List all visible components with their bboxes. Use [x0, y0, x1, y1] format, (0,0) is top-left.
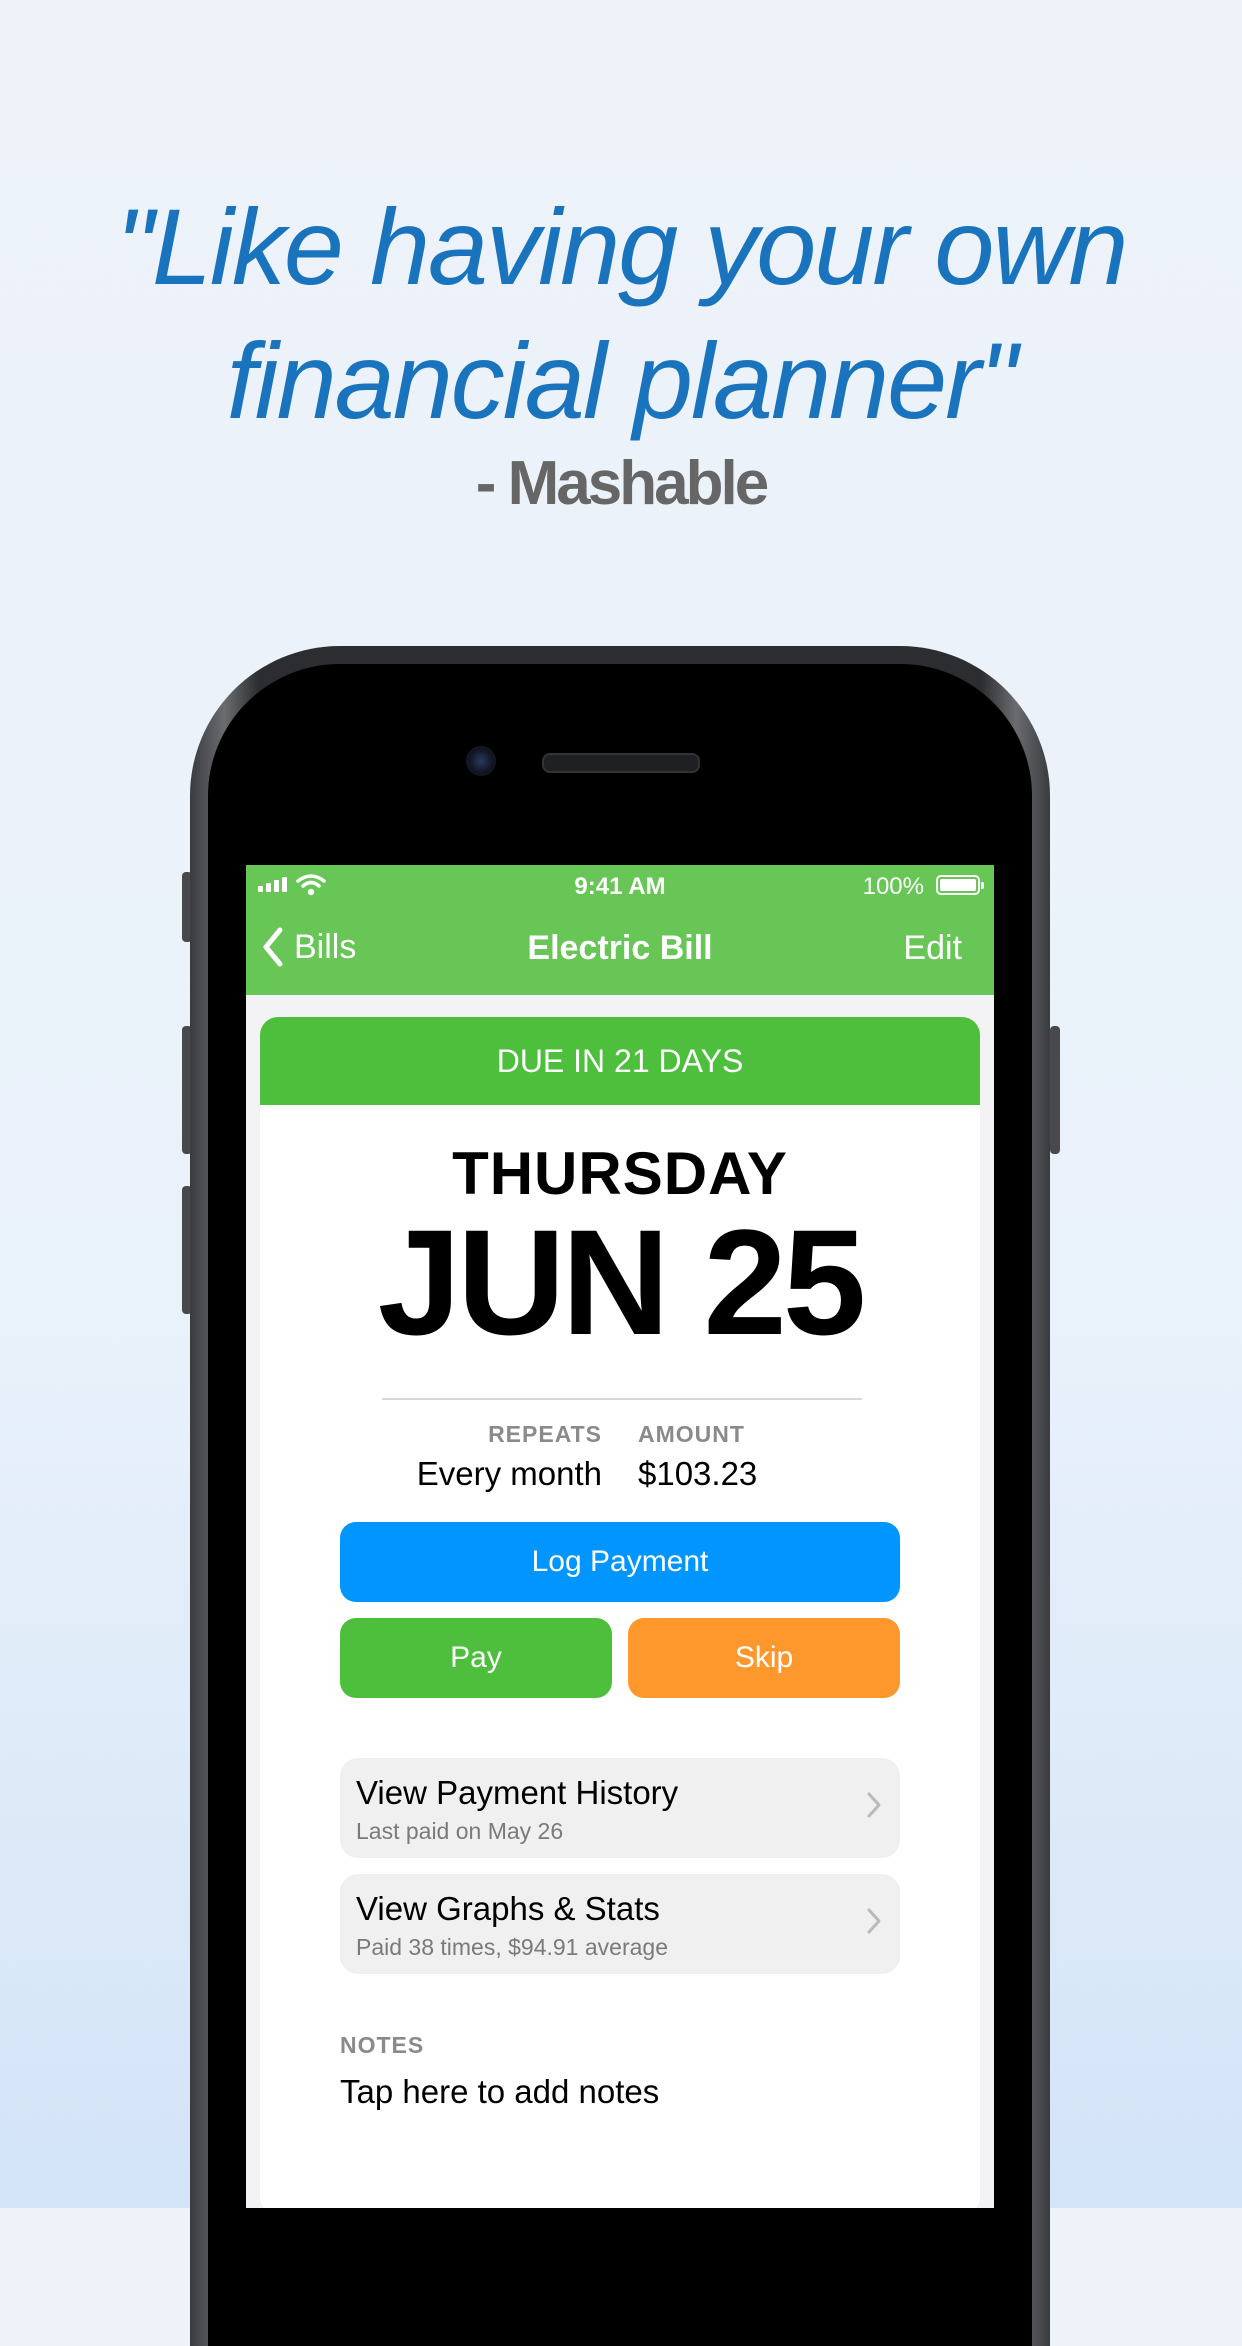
due-date: JUN 25	[377, 1198, 867, 1366]
battery-icon	[936, 875, 984, 895]
due-banner: DUE IN 21 DAYS	[260, 1017, 980, 1105]
amount-value: $103.23	[638, 1455, 758, 1492]
log-payment-button[interactable]: Log Payment	[340, 1522, 900, 1602]
battery-percentage: 100%	[862, 873, 924, 900]
earpiece-speaker	[542, 753, 700, 773]
status-bar: 9:41 AM 100%	[246, 865, 994, 905]
navigation-bar: Bills Electric Bill Edit	[246, 905, 994, 995]
skip-button[interactable]: Skip	[628, 1618, 900, 1698]
view-payment-history-row[interactable]: View Payment History Last paid on May 26	[340, 1758, 900, 1858]
app-screen: 9:41 AM 100% Bills Electric Bill Edit DU…	[246, 865, 994, 2208]
row-title: View Payment History	[356, 1774, 679, 1811]
phone-power-button	[1050, 1026, 1060, 1154]
headline: "Like having your own financial planner"	[0, 180, 1242, 448]
row-subtitle: Paid 38 times, $94.91 average	[356, 1934, 668, 1960]
chevron-right-icon	[867, 1792, 881, 1818]
repeats-value: Every month	[416, 1455, 602, 1492]
amount-label: AMOUNT	[638, 1421, 745, 1447]
row-subtitle: Last paid on May 26	[356, 1818, 564, 1844]
view-graphs-stats-row[interactable]: View Graphs & Stats Paid 38 times, $94.9…	[340, 1874, 900, 1974]
nav-title: Electric Bill	[527, 929, 713, 967]
attribution: - Mashable	[475, 449, 769, 518]
notes-label: NOTES	[340, 2032, 425, 2058]
notes-field[interactable]: Tap here to add notes	[340, 2073, 659, 2111]
headline-line-1: "Like having your own	[115, 186, 1129, 307]
bill-detail-card: DUE IN 21 DAYS THURSDAY JUN 25 REPEATS E…	[260, 1017, 980, 2208]
repeats-label: REPEATS	[488, 1421, 602, 1447]
front-camera	[466, 746, 496, 776]
pay-button[interactable]: Pay	[340, 1618, 612, 1698]
edit-button[interactable]: Edit	[903, 929, 962, 968]
row-title: View Graphs & Stats	[356, 1890, 660, 1927]
divider	[382, 1398, 862, 1400]
chevron-right-icon	[867, 1908, 881, 1934]
headline-line-2: financial planner"	[226, 320, 1018, 441]
